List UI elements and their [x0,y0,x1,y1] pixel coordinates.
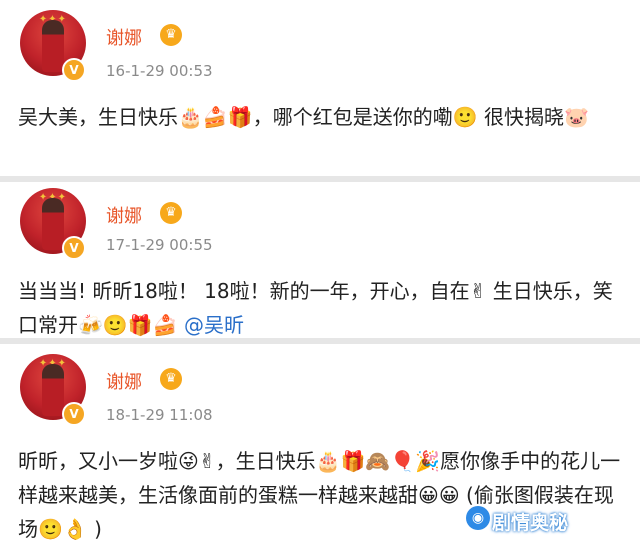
mention-link[interactable]: @吴昕 [178,313,244,337]
user-name[interactable]: 谢娜 [106,368,142,394]
verified-badge-icon: V [62,58,86,82]
post-timestamp: 16-1-29 00:53 [106,62,213,80]
user-name[interactable]: 谢娜 [106,202,142,228]
weibo-post-1: ✦✦✦ V 谢娜 ♛ 16-1-29 00:53 吴大美，生日快乐🎂🍰🎁，哪个红… [0,0,640,176]
post-text: 吴大美，生日快乐🎂🍰🎁，哪个红包是送你的嘞🙂 很快揭晓🐷 [18,105,589,129]
post-text-body: 当当当! 昕昕18啦！ 18啦！新的一年，开心，自在✌ 生日快乐，笑口常开🍻🙂🎁… [18,279,613,337]
post-timestamp: 17-1-29 00:55 [106,236,213,254]
crown-icon: ♛ [160,368,182,390]
verified-badge-icon: V [62,236,86,260]
watermark-text: 剧情奥秘 [492,512,569,534]
avatar-figure [42,20,64,72]
user-name[interactable]: 谢娜 [106,24,142,50]
crown-icon: ♛ [160,24,182,46]
avatar-figure [42,198,64,250]
post-text: 当当当! 昕昕18啦！ 18啦！新的一年，开心，自在✌ 生日快乐，笑口常开🍻🙂🎁… [18,274,628,342]
crown-icon: ♛ [160,202,182,224]
post-timestamp: 18-1-29 11:08 [106,406,213,424]
watermark-logo-icon: ◉ [466,506,490,530]
avatar-figure [42,364,64,416]
verified-badge-icon: V [62,402,86,426]
weibo-post-2: ✦✦✦ V 谢娜 ♛ 17-1-29 00:55 当当当! 昕昕18啦！ 18啦… [0,182,640,338]
